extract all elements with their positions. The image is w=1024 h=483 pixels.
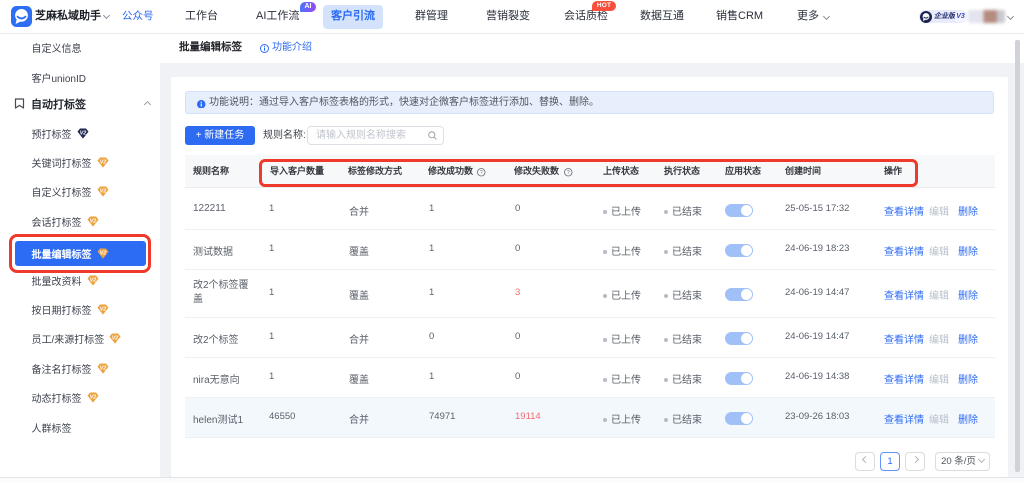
svg-text:V2: V2 xyxy=(89,277,96,283)
svg-text:V2: V2 xyxy=(89,218,96,224)
svg-text:V2: V2 xyxy=(112,335,119,341)
svg-text:V2: V2 xyxy=(79,130,86,136)
svg-text:V2: V2 xyxy=(99,188,106,194)
svg-text:V2: V2 xyxy=(99,365,106,371)
svg-text:V2: V2 xyxy=(89,394,96,400)
svg-text:V2: V2 xyxy=(99,159,106,165)
svg-text:V2: V2 xyxy=(99,306,106,312)
